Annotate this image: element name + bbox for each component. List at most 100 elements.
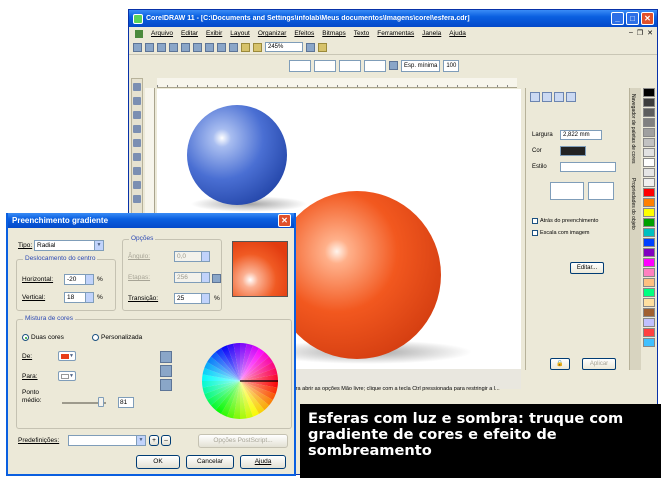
minimize-button[interactable]: _	[611, 12, 624, 25]
doc-close-icon[interactable]: ✕	[647, 29, 653, 37]
internet-tab-icon[interactable]	[566, 92, 576, 102]
spinner-arrows-icon[interactable]	[201, 273, 209, 282]
freehand-tool-icon[interactable]	[133, 125, 141, 133]
ponto-medio-slider-thumb[interactable]	[98, 397, 104, 407]
editar-button[interactable]: Editar...	[570, 262, 604, 274]
start-arrow-select[interactable]	[550, 182, 584, 200]
palette-swatch[interactable]	[643, 188, 655, 197]
angulo-spinner[interactable]: 0,0	[174, 251, 210, 262]
close-button[interactable]: ✕	[641, 12, 654, 25]
menu-exibir[interactable]: Exibir	[206, 30, 222, 37]
ok-button[interactable]: OK	[136, 455, 180, 469]
dialog-close-button[interactable]: ✕	[278, 214, 291, 227]
redo-icon[interactable]	[229, 42, 238, 52]
doc-restore-icon[interactable]: ❐	[637, 29, 643, 37]
export-icon[interactable]	[253, 42, 262, 52]
palette-swatch[interactable]	[643, 178, 655, 187]
line-style-field[interactable]	[339, 59, 361, 72]
spinner-arrows-icon[interactable]	[85, 275, 93, 284]
wrap-icon[interactable]	[389, 61, 398, 70]
palette-swatch[interactable]	[643, 278, 655, 287]
palette-swatch[interactable]	[643, 318, 655, 327]
palette-swatch[interactable]	[643, 288, 655, 297]
palette-swatch[interactable]	[643, 258, 655, 267]
lock-icon[interactable]	[212, 274, 221, 283]
application-launcher-icon[interactable]	[318, 42, 327, 52]
color-path-ccw-icon[interactable]	[160, 365, 172, 377]
duas-cores-radio[interactable]: Duas cores	[22, 334, 64, 341]
gradient-preview[interactable]	[232, 241, 288, 297]
end-arrow-select[interactable]	[588, 182, 614, 200]
vertical-spinner[interactable]: 18	[64, 292, 94, 303]
shape-tool-icon[interactable]	[133, 97, 141, 105]
escala-imagem-checkbox[interactable]: Escala com imagem	[532, 230, 590, 236]
palette-swatch[interactable]	[643, 218, 655, 227]
aplicar-button[interactable]: Aplicar	[582, 358, 616, 370]
fill-tab-icon[interactable]	[530, 92, 540, 102]
palette-swatch[interactable]	[643, 158, 655, 167]
predefinicoes-select[interactable]: ▼	[68, 435, 146, 446]
color-wheel[interactable]	[200, 341, 280, 421]
outline-value-field[interactable]: 100	[443, 59, 460, 72]
polygon-tool-icon[interactable]	[133, 167, 141, 175]
menu-layout[interactable]: Layout	[230, 30, 250, 37]
document-icon[interactable]	[135, 29, 143, 38]
cut-icon[interactable]	[181, 42, 190, 52]
palette-swatch[interactable]	[643, 268, 655, 277]
open-icon[interactable]	[145, 42, 154, 52]
palette-browser-tab[interactable]: Navegador de paletas de cores	[630, 88, 636, 164]
horizontal-spinner[interactable]: -20	[64, 274, 94, 285]
menu-ferramentas[interactable]: Ferramentas	[377, 30, 414, 37]
palette-swatch[interactable]	[643, 308, 655, 317]
line-style-field-2[interactable]	[364, 59, 386, 72]
copy-icon[interactable]	[193, 42, 202, 52]
outline-width-field[interactable]: Esp. mínima	[401, 59, 441, 72]
dropdown-icon[interactable]	[306, 42, 315, 52]
dialog-title-bar[interactable]: Preenchimento gradiente ✕	[8, 213, 294, 228]
palette-swatch[interactable]	[643, 248, 655, 257]
palette-swatch[interactable]	[643, 208, 655, 217]
zoom-tool-icon[interactable]	[133, 111, 141, 119]
object-properties-tab[interactable]: Propriedades do objeto	[630, 164, 636, 230]
personalizada-radio[interactable]: Personalizada	[92, 334, 142, 341]
palette-swatch[interactable]	[643, 118, 655, 127]
ponto-medio-field[interactable]: 81	[118, 397, 134, 408]
outline-tab-icon[interactable]	[542, 92, 552, 102]
add-preset-button[interactable]: +	[149, 435, 159, 446]
etapas-spinner[interactable]: 256	[174, 272, 210, 283]
outline-style-select[interactable]	[560, 162, 616, 172]
save-icon[interactable]	[157, 42, 166, 52]
menu-texto[interactable]: Texto	[354, 30, 370, 37]
cancelar-button[interactable]: Cancelar	[186, 455, 234, 469]
palette-swatch[interactable]	[643, 108, 655, 117]
lock-button[interactable]: 🔒	[550, 358, 570, 370]
menu-editar[interactable]: Editar	[181, 30, 198, 37]
outline-color-picker[interactable]	[560, 146, 586, 156]
para-color-button[interactable]: ▼	[58, 371, 76, 381]
atras-checkbox-box[interactable]	[532, 218, 538, 224]
menu-efeitos[interactable]: Efeitos	[294, 30, 314, 37]
paste-icon[interactable]	[205, 42, 214, 52]
escala-checkbox-box[interactable]	[532, 230, 538, 236]
menu-arquivo[interactable]: Arquivo	[151, 30, 173, 37]
fill-tool-icon[interactable]	[133, 195, 141, 203]
tipo-select[interactable]: Radial ▼	[34, 240, 104, 251]
atras-preenchimento-checkbox[interactable]: Atrás do preenchimento	[532, 218, 598, 224]
general-tab-icon[interactable]	[554, 92, 564, 102]
color-path-line-icon[interactable]	[160, 351, 172, 363]
palette-swatch[interactable]	[643, 238, 655, 247]
chevron-down-icon[interactable]: ▼	[136, 436, 145, 445]
menu-bitmaps[interactable]: Bitmaps	[322, 30, 345, 37]
palette-swatch[interactable]	[643, 88, 655, 97]
personalizada-radio-dot[interactable]	[92, 334, 99, 341]
remove-preset-button[interactable]: –	[161, 435, 171, 446]
menu-ajuda[interactable]: Ajuda	[449, 30, 466, 37]
chevron-down-icon[interactable]: ▼	[94, 241, 103, 250]
largura-field[interactable]: 2,822 mm	[560, 130, 602, 140]
de-color-button[interactable]: ▼	[58, 351, 76, 361]
duas-cores-radio-dot[interactable]	[22, 334, 29, 341]
new-icon[interactable]	[133, 42, 142, 52]
title-bar[interactable]: CorelDRAW 11 - [C:\Documents and Setting…	[129, 10, 657, 27]
spinner-arrows-icon[interactable]	[201, 252, 209, 261]
palette-swatch[interactable]	[643, 138, 655, 147]
